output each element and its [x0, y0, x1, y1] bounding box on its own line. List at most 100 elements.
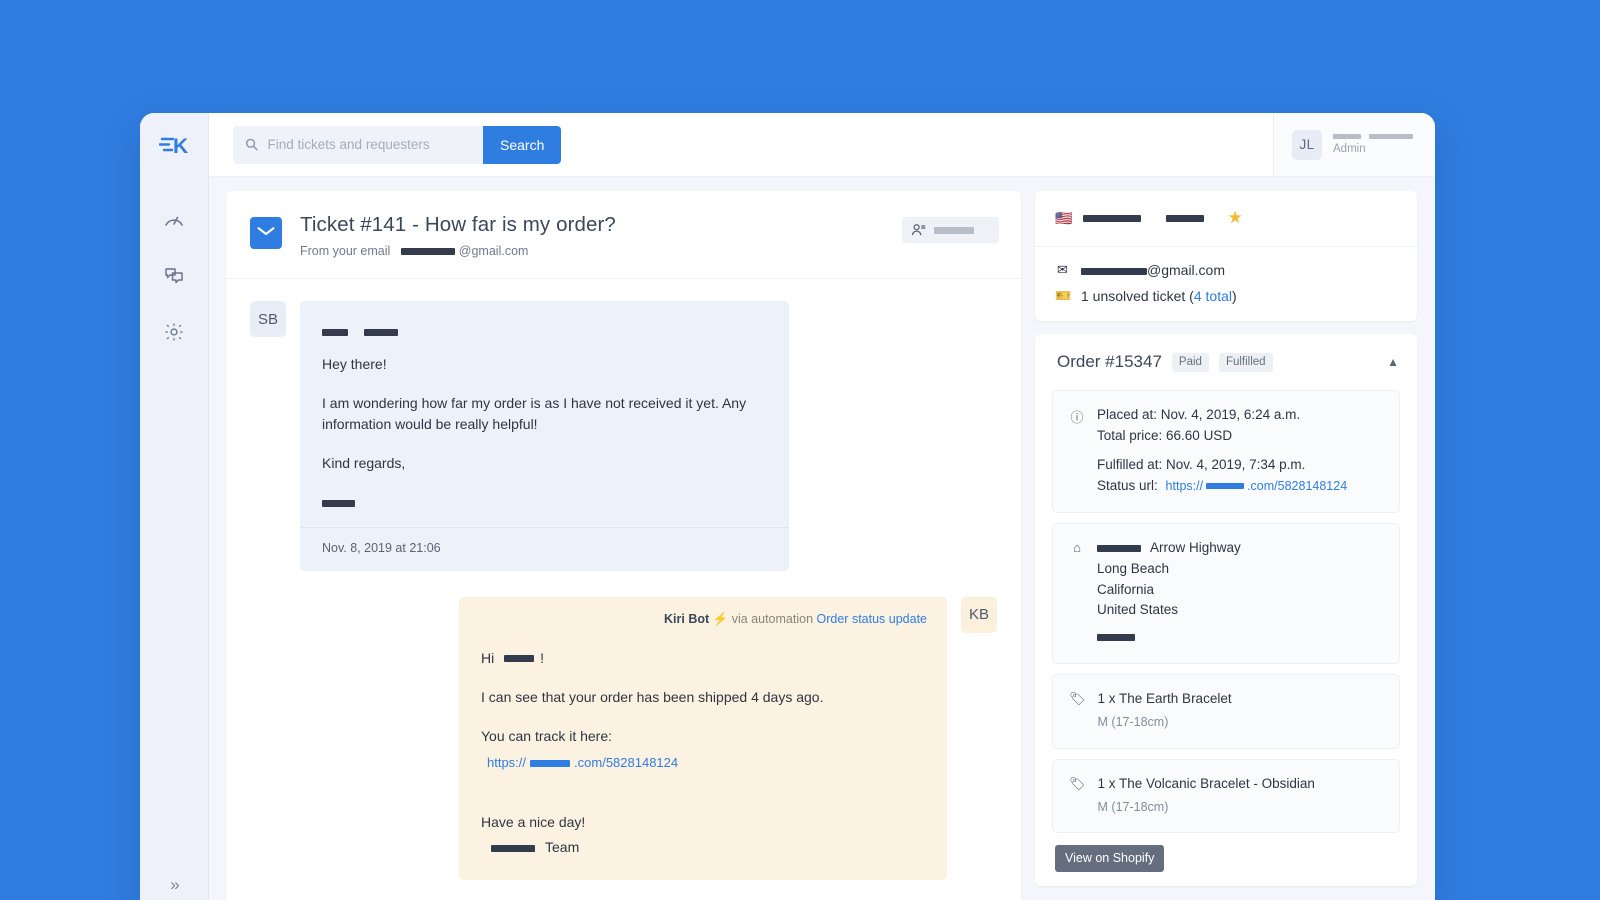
team-suffix: Team — [545, 839, 579, 855]
svg-text:K: K — [173, 135, 188, 158]
search-area: Search — [233, 126, 561, 164]
ticket-email-suffix: @gmail.com — [459, 244, 529, 258]
order-placed-at: Placed at: Nov. 4, 2019, 6:24 a.m. — [1097, 405, 1347, 426]
address-country: United States — [1097, 600, 1241, 621]
message-shipped-line: I can see that your order has been shipp… — [481, 687, 925, 708]
shipping-address-text: Arrow Highway Long Beach California Unit… — [1097, 538, 1241, 649]
message-outgoing: Kiri Bot ⚡ via automation Order status u… — [250, 597, 997, 880]
order-header[interactable]: Order #15347 Paid Fulfilled ▲ — [1035, 334, 1417, 390]
ticket-title-block: Ticket #141 - How far is my order? From … — [300, 213, 884, 258]
status-url-suffix[interactable]: .com/5828148124 — [1247, 479, 1347, 493]
message-paragraph: I am wondering how far my order is as I … — [322, 393, 767, 435]
ticket-card: Ticket #141 - How far is my order? From … — [226, 191, 1021, 900]
sidebar-item-conversations[interactable] — [152, 254, 196, 298]
order-details-text: Placed at: Nov. 4, 2019, 6:24 a.m. Total… — [1097, 405, 1347, 497]
search-button[interactable]: Search — [483, 126, 561, 164]
avatar: SB — [250, 301, 286, 337]
order-title: Order #15347 — [1057, 352, 1162, 372]
ticket-header: Ticket #141 - How far is my order? From … — [226, 191, 1021, 279]
sidebar-item-settings[interactable] — [152, 310, 196, 354]
view-on-shopify-button[interactable]: View on Shopify — [1055, 845, 1164, 872]
ticket-source-label: From your email — [300, 244, 390, 258]
message-timestamp: Nov. 8, 2019 at 21:06 — [300, 527, 789, 571]
line-item-variant: M (17-18cm) — [1098, 798, 1315, 817]
customer-email-row: ✉ @gmail.com — [1055, 262, 1397, 278]
message-bubble: Kiri Bot ⚡ via automation Order status u… — [459, 597, 947, 880]
user-meta: Admin — [1333, 134, 1413, 155]
user-name-redacted — [1333, 134, 1413, 139]
message-author-line: Kiri Bot ⚡ via automation Order status u… — [459, 597, 947, 632]
address-street-suffix: Arrow Highway — [1150, 540, 1241, 555]
details-column: 🇺🇸 ★ ✉ @gmail.com 🎫 1 unsolved ticket (4… — [1035, 191, 1417, 900]
envelope-icon: ✉ — [1055, 262, 1070, 278]
customer-header: 🇺🇸 ★ — [1035, 191, 1417, 247]
tag-icon: 🏷 — [1069, 691, 1086, 707]
top-bar: Search JL Admin — [209, 113, 1435, 177]
content-area: Ticket #141 - How far is my order? From … — [209, 177, 1435, 900]
assignee-selector[interactable] — [902, 217, 999, 243]
message-greeting: Hey there! — [322, 354, 767, 375]
message-track-line: You can track it here: — [481, 726, 925, 747]
message-author: Kiri Bot — [664, 612, 709, 626]
chevron-up-icon[interactable]: ▲ — [1387, 355, 1399, 369]
order-card: Order #15347 Paid Fulfilled ▲ ⓘ Placed a… — [1035, 334, 1417, 886]
status-badge: Fulfilled — [1219, 353, 1273, 372]
user-role: Admin — [1333, 143, 1413, 155]
message-team-signature: Team — [481, 837, 925, 858]
status-badge: Paid — [1172, 353, 1209, 372]
app-logo[interactable]: K — [159, 131, 189, 164]
order-body: ⓘ Placed at: Nov. 4, 2019, 6:24 a.m. Tot… — [1035, 390, 1417, 886]
favorite-star-icon[interactable]: ★ — [1227, 208, 1242, 228]
message-bubble: Hey there! I am wondering how far my ord… — [300, 301, 789, 571]
total-tickets-link[interactable]: 4 total — [1194, 288, 1232, 304]
line-item-variant: M (17-18cm) — [1098, 713, 1232, 732]
kiri-k-logo-icon: K — [159, 131, 189, 159]
customer-body: ✉ @gmail.com 🎫 1 unsolved ticket (4 tota… — [1035, 247, 1417, 321]
address-city: Long Beach — [1097, 559, 1241, 580]
order-status-url-row: Status url: https://.com/5828148124 — [1097, 476, 1347, 497]
message-body: Hi ! I can see that your order has been … — [459, 632, 947, 881]
message-signoff: Kind regards, — [322, 453, 767, 474]
sidebar-item-dashboard[interactable] — [152, 198, 196, 242]
ticket-icon: 🎫 — [1055, 288, 1070, 304]
message-closing: Have a nice day! — [481, 812, 925, 833]
tickets-text-end: ) — [1232, 288, 1237, 304]
expand-sidebar-button[interactable]: » — [140, 875, 208, 895]
search-icon — [245, 137, 259, 152]
avatar: KB — [961, 597, 997, 633]
envelope-icon — [257, 226, 275, 240]
customer-email-suffix: @gmail.com — [1147, 262, 1225, 278]
chat-bubbles-icon — [163, 265, 185, 287]
main-column: Search JL Admin — [209, 113, 1435, 900]
address-street: Arrow Highway — [1097, 538, 1241, 559]
customer-tickets-row: 🎫 1 unsolved ticket (4 total) — [1055, 288, 1397, 304]
automation-bolt-icon: ⚡ — [713, 612, 729, 626]
automation-link[interactable]: Order status update — [817, 612, 927, 626]
home-icon: ⌂ — [1069, 540, 1085, 555]
url-prefix: https:// — [487, 755, 526, 770]
conversation-column: Ticket #141 - How far is my order? From … — [226, 191, 1021, 900]
tracking-url[interactable]: https:// .com/5828148124 — [481, 753, 925, 773]
line-item-title: 1 x The Earth Bracelet — [1098, 689, 1232, 710]
greeting-suffix: ! — [540, 650, 544, 666]
user-menu[interactable]: JL Admin — [1273, 113, 1435, 176]
message-name-redacted — [322, 321, 767, 342]
order-line-item: 🏷 1 x The Earth Bracelet M (17-18cm) — [1052, 674, 1400, 748]
country-flag-icon: 🇺🇸 — [1055, 211, 1072, 225]
address-state: California — [1097, 580, 1241, 601]
url-suffix: .com/5828148124 — [574, 755, 678, 770]
status-url-prefix[interactable]: https:// — [1166, 479, 1204, 493]
ticket-source: From your email @gmail.com — [300, 244, 884, 258]
app-window: K » — [140, 113, 1435, 900]
search-box[interactable] — [233, 126, 483, 164]
page-title: Ticket #141 - How far is my order? — [300, 213, 884, 237]
line-item-text: 1 x The Earth Bracelet M (17-18cm) — [1098, 689, 1232, 732]
message-incoming: SB Hey there! I am wondering how far my … — [250, 301, 997, 571]
search-input[interactable] — [268, 137, 473, 152]
message-greeting: Hi ! — [481, 648, 925, 669]
gear-icon — [163, 321, 185, 343]
order-fulfilled-at: Fulfilled at: Nov. 4, 2019, 7:34 p.m. — [1097, 455, 1347, 476]
message-via: via automation — [732, 612, 813, 626]
line-item-title: 1 x The Volcanic Bracelet - Obsidian — [1098, 774, 1315, 795]
greeting-prefix: Hi — [481, 650, 494, 666]
